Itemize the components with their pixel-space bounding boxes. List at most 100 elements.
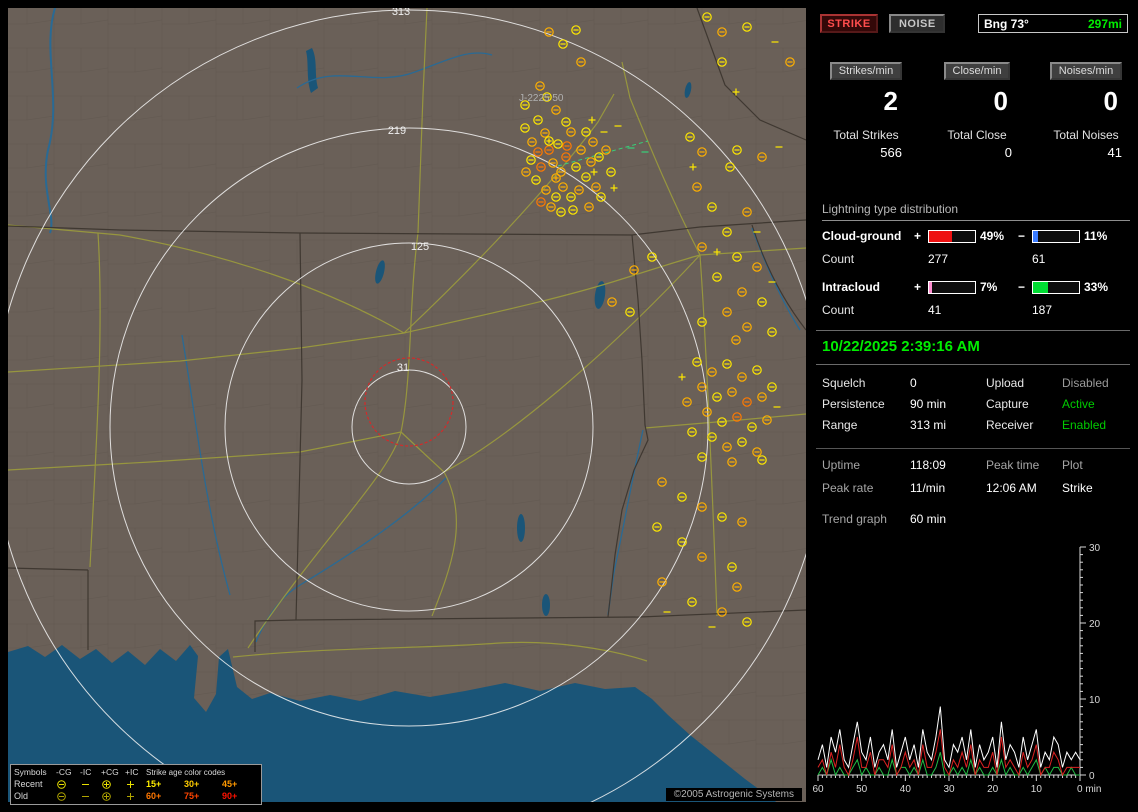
total-close-label: Total Close	[947, 128, 1007, 142]
upload-label: Upload	[986, 376, 1025, 390]
divider	[816, 364, 1130, 365]
persistence-value: 90 min	[910, 397, 947, 411]
close-column: Close/min 0 Total Close 0	[934, 62, 1020, 160]
cloud-ground-count-row: Count 277 61	[822, 251, 1130, 267]
minus-sign: −	[1018, 229, 1026, 243]
noises-column: Noises/min 0 Total Noises 41	[1042, 62, 1130, 160]
neg-ic-recent-icon	[80, 779, 101, 790]
svg-text:10: 10	[1089, 695, 1101, 706]
peak-rate-value: 11/min	[910, 481, 946, 495]
ring-label-313: 313	[392, 8, 410, 18]
map-area[interactable]: 313 219 125 31 J-2225 50 Symbols -CG -IC…	[8, 8, 806, 805]
peak-time-label: Peak time	[986, 458, 1040, 472]
distribution-title: Lightning type distribution	[822, 202, 1130, 221]
count-label: Count	[822, 252, 855, 266]
trend-graph-label: Trend graph	[822, 512, 887, 526]
total-noises-label: Total Noises	[1053, 128, 1119, 142]
cg-positive-count: 277	[928, 252, 949, 266]
trend-graph-value: 60 min	[910, 512, 947, 526]
ring-label-219: 219	[388, 125, 406, 137]
pos-ic-recent-icon	[125, 779, 146, 790]
datetime-display: 10/22/2025 2:39:16 AM	[822, 338, 980, 355]
capture-status: Active	[1062, 397, 1095, 411]
total-strikes-value: 566	[880, 145, 902, 160]
peak-rate-label: Peak rate	[822, 481, 874, 495]
upload-status: Disabled	[1062, 376, 1109, 390]
close-per-min-value: 0	[993, 86, 1008, 116]
capture-label: Capture	[986, 397, 1029, 411]
map-legend: Symbols -CG -IC +CG +IC Strike age color…	[10, 764, 262, 805]
divider	[816, 330, 1130, 331]
cloud-ground-label: Cloud-ground	[822, 229, 902, 243]
intracloud-label: Intracloud	[822, 280, 881, 294]
svg-text:60: 60	[812, 784, 824, 795]
total-noises-value: 41	[1107, 145, 1122, 160]
svg-text:40: 40	[900, 784, 912, 795]
svg-text:20: 20	[987, 784, 999, 795]
ring-label-31: 31	[397, 362, 409, 374]
bearing-readout: Bng 73° 297mi	[978, 14, 1128, 33]
strike-toggle-button[interactable]: STRIKE	[820, 14, 878, 33]
count-label: Count	[822, 303, 855, 317]
neg-cg-recent-icon	[56, 779, 80, 790]
svg-text:0 min: 0 min	[1077, 784, 1101, 795]
legend-age-header: Strike age color codes	[146, 767, 226, 777]
noises-per-min-value: 0	[1103, 86, 1118, 116]
noise-toggle-button[interactable]: NOISE	[889, 14, 946, 33]
svg-text:0: 0	[1089, 771, 1095, 782]
age-code-30: 30+	[184, 779, 200, 789]
age-code-90: 90+	[222, 791, 238, 801]
total-close-value: 0	[1004, 145, 1012, 160]
legend-symbols-header: Symbols	[14, 767, 47, 777]
total-strikes-label: Total Strikes	[833, 128, 899, 142]
receiver-status: Enabled	[1062, 418, 1107, 432]
close-per-min-button[interactable]: Close/min	[943, 62, 1011, 80]
legend-row-recent-label: Recent	[14, 779, 43, 789]
trend-graph-chart: 30 20 10 0 60 50 40 30 20 10 0 min	[812, 543, 1101, 795]
legend-col-pos-cg: +CG	[101, 767, 119, 777]
squelch-value: 0	[910, 376, 917, 390]
intracloud-count-row: Count 41 187	[822, 302, 1130, 318]
bearing-label: Bng 73°	[984, 16, 1029, 31]
top-indicator-bar: STRIKE NOISE Bng 73° 297mi	[820, 14, 1128, 36]
uptime-label: Uptime	[822, 458, 861, 472]
cg-negative-count: 61	[1032, 252, 1046, 266]
uptime-value: 118:09	[910, 458, 946, 472]
range-label: Range	[822, 418, 858, 432]
plot-value: Strike	[1062, 481, 1093, 495]
ic-negative-bar	[1032, 280, 1080, 294]
bearing-distance: 297mi	[1087, 16, 1122, 31]
map-canvas[interactable]: 313 219 125 31 J-2225 50	[8, 8, 806, 802]
storm-cell-label: J-2225 50	[519, 93, 564, 104]
svg-text:10: 10	[1031, 784, 1043, 795]
info-panel: STRIKE NOISE Bng 73° 297mi Strikes/min 2…	[812, 8, 1134, 804]
svg-text:50: 50	[856, 784, 868, 795]
pos-cg-old-icon	[101, 791, 125, 802]
minus-sign: −	[1018, 280, 1026, 294]
persistence-label: Persistence	[822, 397, 885, 411]
strikes-per-min-button[interactable]: Strikes/min	[829, 62, 903, 80]
plus-sign: +	[914, 229, 922, 243]
cg-negative-bar	[1032, 229, 1080, 243]
age-code-45: 45+	[222, 779, 238, 789]
neg-cg-old-icon	[56, 791, 80, 802]
stormvue-window: 313 219 125 31 J-2225 50 Symbols -CG -IC…	[0, 0, 1138, 812]
ring-label-125: 125	[411, 241, 429, 253]
copyright-text: ©2005 Astrogenic Systems	[665, 788, 802, 801]
neg-ic-old-icon	[80, 791, 101, 802]
divider	[816, 448, 1130, 449]
ic-positive-bar	[928, 280, 976, 294]
lightning-distribution-section: Lightning type distribution Cloud-ground…	[822, 202, 1130, 330]
ic-negative-count: 187	[1032, 303, 1053, 317]
range-value: 313 mi	[910, 418, 947, 432]
svg-text:30: 30	[1089, 543, 1101, 554]
age-code-15: 15+	[146, 779, 162, 789]
receiver-label: Receiver	[986, 418, 1034, 432]
noises-per-min-button[interactable]: Noises/min	[1049, 62, 1123, 80]
cg-positive-bar	[928, 229, 976, 243]
svg-text:20: 20	[1089, 619, 1101, 630]
cg-negative-pct: 11%	[1084, 229, 1108, 243]
settings-grid: Squelch 0 Upload Disabled Persistence 90…	[822, 376, 1130, 432]
age-code-60: 60+	[146, 791, 162, 801]
legend-row-old-label: Old	[14, 791, 29, 801]
